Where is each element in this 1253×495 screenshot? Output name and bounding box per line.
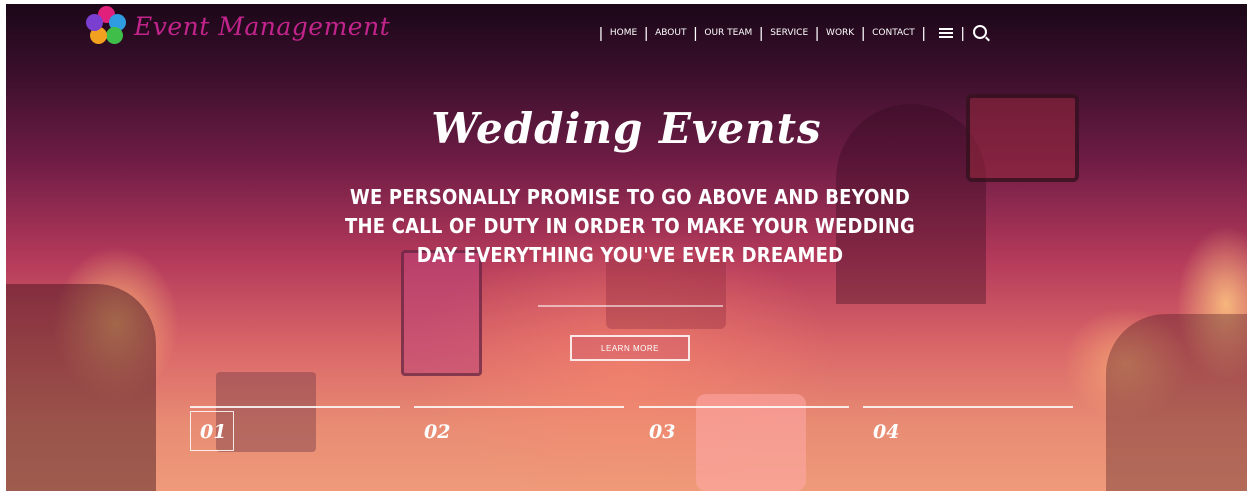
learn-more-button[interactable]: LEARN MORE [570, 335, 690, 361]
hero-tagline: WE PERSONALLY PROMISE TO GO ABOVE AND BE… [345, 185, 915, 267]
brand-logo[interactable]: Event Management [86, 6, 390, 46]
slide-indicator-02[interactable]: 02 [414, 406, 624, 443]
nav-service[interactable]: SERVICE [770, 28, 808, 38]
nav-our-team[interactable]: OUR TEAM [704, 28, 752, 38]
slide-indicator-03[interactable]: 03 [639, 406, 849, 443]
nav-home[interactable]: HOME [610, 28, 637, 38]
slide-indicator-01[interactable]: 01 [190, 406, 400, 451]
slide-number: 03 [649, 421, 676, 443]
light-glow [696, 394, 806, 491]
slide-number: 02 [424, 421, 451, 443]
hero-divider [538, 305, 723, 307]
nav-work[interactable]: WORK [826, 28, 854, 38]
slide-number: 04 [873, 421, 900, 443]
slide-number: 01 [200, 421, 227, 443]
crowd-silhouette-left [6, 284, 156, 491]
hero-title: Wedding Events [431, 104, 822, 153]
crowd-silhouette-right [1106, 314, 1247, 491]
nav-contact[interactable]: CONTACT [872, 28, 915, 38]
slide-indicator-04[interactable]: 04 [863, 406, 1073, 443]
brand-name: Event Management [134, 11, 391, 41]
main-nav: | HOME | ABOUT | OUR TEAM | SERVICE | WO… [592, 23, 987, 43]
search-icon[interactable] [972, 24, 987, 39]
list-icon[interactable] [938, 26, 953, 40]
nav-about[interactable]: ABOUT [655, 28, 686, 38]
flower-logo-icon [86, 6, 126, 46]
